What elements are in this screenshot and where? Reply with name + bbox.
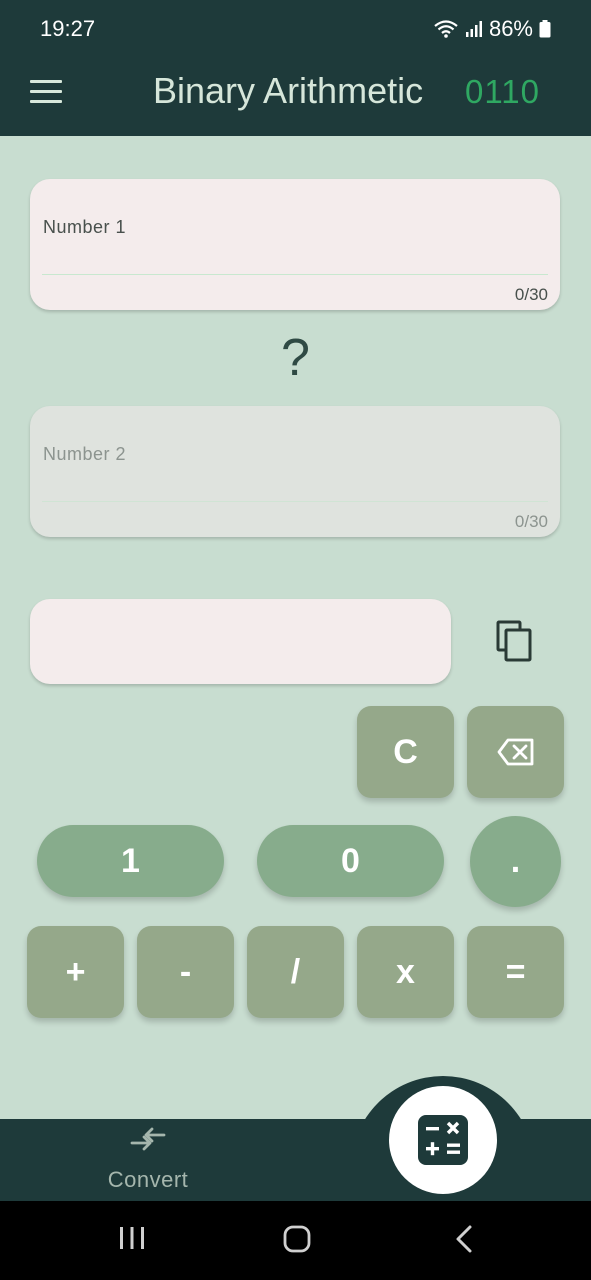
number2-label: Number 2	[43, 444, 127, 464]
add-button[interactable]: +	[27, 926, 124, 1018]
back-icon[interactable]	[452, 1223, 476, 1255]
status-icons: 86%	[433, 16, 551, 42]
calculator-fab[interactable]	[389, 1086, 497, 1194]
copy-icon[interactable]	[494, 620, 534, 662]
backspace-button[interactable]	[467, 706, 564, 798]
nav-item-convert[interactable]: Convert	[98, 1127, 198, 1193]
digit-one-button[interactable]: 1	[37, 825, 224, 897]
number2-counter: 0/30	[514, 512, 548, 531]
subtract-button[interactable]: -	[137, 926, 234, 1018]
number1-underline	[42, 274, 548, 275]
digit-zero-button[interactable]: 0	[257, 825, 444, 897]
status-bar: 19:27 86%	[0, 0, 591, 56]
nav-convert-label: Convert	[107, 1167, 189, 1192]
battery-percent: 86%	[488, 16, 533, 41]
wifi-icon	[434, 20, 458, 38]
clear-button[interactable]: C	[357, 706, 454, 798]
number1-counter: 0/30	[514, 285, 548, 304]
divide-button[interactable]: /	[247, 926, 344, 1018]
operator-indicator: ?	[281, 329, 310, 387]
system-nav-bar	[0, 1201, 591, 1280]
recent-apps-icon[interactable]	[118, 1223, 146, 1255]
convert-arrows-icon	[130, 1127, 166, 1151]
backspace-icon	[497, 738, 533, 766]
calculator-icon	[418, 1115, 468, 1165]
equals-button[interactable]: =	[467, 926, 564, 1018]
multiply-button[interactable]: x	[357, 926, 454, 1018]
bottom-nav	[0, 1119, 591, 1201]
decimal-point-button[interactable]: .	[470, 816, 561, 907]
number1-label: Number 1	[43, 217, 127, 237]
page-title: Binary Arithmetic	[153, 70, 424, 111]
number2-field[interactable]: Number 2 0/30	[30, 406, 560, 537]
result-display	[30, 599, 451, 684]
menu-icon[interactable]	[30, 80, 62, 104]
battery-icon	[539, 20, 551, 38]
number1-field[interactable]: Number 1 0/30	[30, 179, 560, 310]
home-icon[interactable]	[283, 1223, 311, 1255]
status-time: 19:27	[40, 16, 96, 41]
number2-underline	[42, 501, 548, 502]
app-bar: Binary Arithmetic 0110	[0, 56, 591, 136]
signal-icon	[465, 21, 482, 37]
app-badge: 0110	[465, 73, 540, 110]
